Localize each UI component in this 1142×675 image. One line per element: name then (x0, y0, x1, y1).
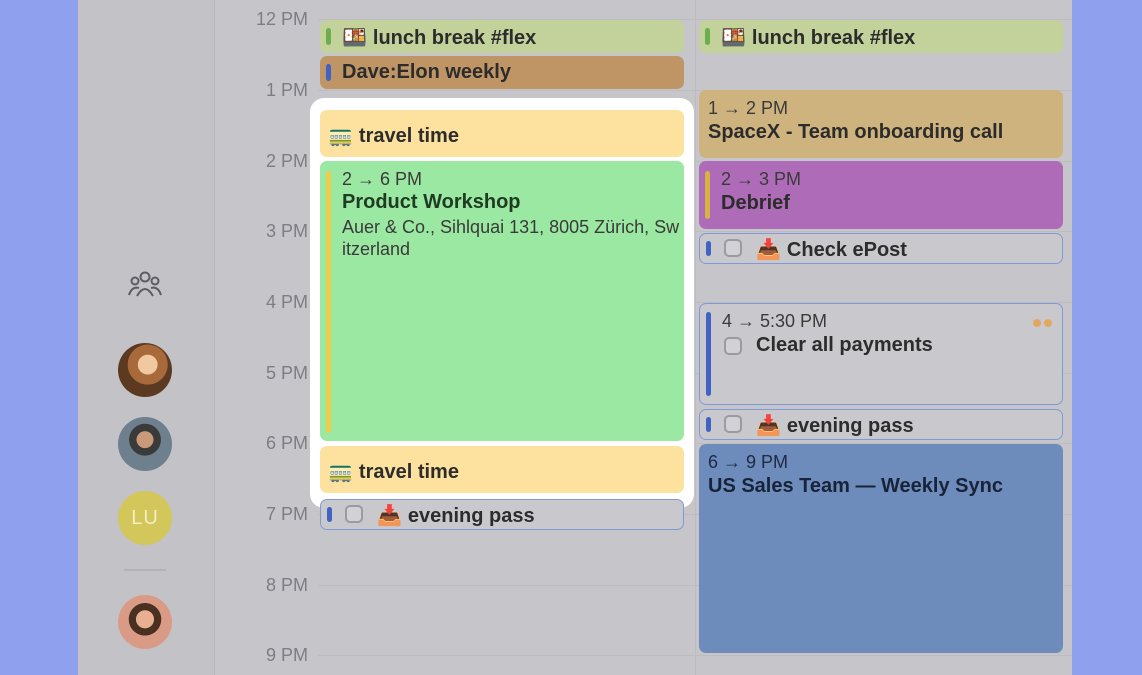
task-checkbox[interactable] (724, 337, 742, 355)
event-time: 1 → 2 PM (708, 98, 789, 118)
event-dave-elon[interactable]: Dave:Elon weekly (320, 56, 684, 89)
time-label: 7 PM (265, 504, 308, 524)
event-spacex-onboarding[interactable]: 1 → 2 PM SpaceX - Team onboarding call (699, 90, 1063, 158)
time-label: 12 PM (255, 9, 308, 29)
event-title: Debrief (721, 192, 790, 214)
task-clear-payments[interactable]: 4 → 5:30 PM Clear all payments (699, 303, 1063, 405)
event-color-bar (706, 312, 711, 396)
event-title: Product Workshop (342, 191, 521, 213)
event-title: Dave:Elon weekly (342, 61, 511, 83)
event-us-sales-sync[interactable]: 6 → 9 PM US Sales Team — Weekly Sync (699, 444, 1063, 653)
avatar[interactable] (118, 417, 172, 471)
tram-icon: 🚃 (328, 125, 353, 147)
time-label: 4 PM (265, 292, 308, 312)
calendar-window: LU 12 PM 1 PM 2 PM 3 PM 4 PM 5 PM 6 PM 7… (78, 0, 1072, 675)
event-title-row: 🚃 travel time (328, 123, 459, 148)
avatar-initials: LU (131, 506, 159, 529)
event-title: lunch break #flex (372, 27, 537, 49)
time-label: 6 PM (265, 433, 308, 453)
event-lunch-break[interactable]: 🍱 lunch break #flex (699, 20, 1063, 53)
inbox-icon: 📥 (377, 505, 402, 527)
task-check-epost[interactable]: 📥 Check ePost (699, 233, 1063, 264)
event-color-bar (705, 28, 710, 45)
event-title-row: 🚃 travel time (328, 459, 459, 484)
event-title: travel time (358, 125, 459, 147)
event-time: 4 → 5:30 PM (722, 311, 828, 331)
event-travel-time[interactable]: 🚃 travel time (320, 110, 684, 157)
event-color-bar (326, 28, 331, 45)
event-title: travel time (358, 461, 459, 483)
time-label: 8 PM (265, 575, 308, 595)
inbox-icon: 📥 (756, 415, 781, 437)
time-label: 5 PM (265, 363, 308, 383)
event-color-bar (706, 417, 711, 432)
sidebar: LU (78, 0, 215, 675)
time-label: 2 PM (265, 151, 308, 171)
task-checkbox[interactable] (724, 239, 742, 257)
time-label: 3 PM (265, 221, 308, 241)
event-lunch-break[interactable]: 🍱 lunch break #flex (320, 20, 684, 53)
event-location: Auer & Co., Sihlquai 131, 8005 Zürich, S… (342, 217, 680, 259)
bento-icon: 🍱 (342, 27, 367, 49)
more-options-icon[interactable] (1030, 314, 1052, 332)
event-title: US Sales Team — Weekly Sync (708, 475, 1003, 497)
avatar[interactable]: LU (118, 491, 172, 545)
event-title: Clear all payments (756, 334, 933, 356)
time-label: 1 PM (265, 80, 308, 100)
avatar[interactable] (118, 343, 172, 397)
event-time: 2 → 6 PM (342, 169, 423, 189)
task-checkbox[interactable] (724, 415, 742, 433)
event-title: Check ePost (786, 239, 907, 261)
event-title: SpaceX - Team onboarding call (708, 121, 1004, 143)
event-color-bar (326, 64, 331, 81)
day-divider (695, 0, 696, 675)
event-travel-time[interactable]: 🚃 travel time (320, 446, 684, 493)
event-title: evening pass (786, 415, 914, 437)
task-evening-pass[interactable]: 📥 evening pass (320, 499, 684, 530)
event-product-workshop[interactable]: 2 → 6 PM Product Workshop Auer & Co., Si… (320, 161, 684, 441)
bento-icon: 🍱 (721, 27, 746, 49)
event-title-row: 📥 evening pass (377, 503, 535, 528)
event-title-row: 📥 Check ePost (756, 237, 907, 262)
event-color-bar (327, 507, 332, 522)
event-color-bar (326, 171, 331, 433)
task-evening-pass[interactable]: 📥 evening pass (699, 409, 1063, 440)
inbox-icon: 📥 (756, 239, 781, 261)
event-debrief[interactable]: 2 → 3 PM Debrief (699, 161, 1063, 229)
time-label: 9 PM (265, 645, 308, 665)
event-time: 6 → 9 PM (708, 452, 789, 472)
task-checkbox[interactable] (345, 505, 363, 523)
avatar[interactable] (118, 595, 172, 649)
event-title-row: 📥 evening pass (756, 413, 914, 438)
event-color-bar (706, 241, 711, 256)
tram-icon: 🚃 (328, 461, 353, 483)
event-title-row: 🍱 lunch break #flex (342, 25, 536, 50)
event-color-bar (705, 171, 710, 219)
event-title: lunch break #flex (751, 27, 916, 49)
event-title-row: 🍱 lunch break #flex (721, 25, 915, 50)
event-title: evening pass (407, 505, 535, 527)
sidebar-divider (124, 569, 166, 571)
people-icon[interactable] (128, 268, 162, 300)
event-time: 2 → 3 PM (721, 169, 802, 189)
